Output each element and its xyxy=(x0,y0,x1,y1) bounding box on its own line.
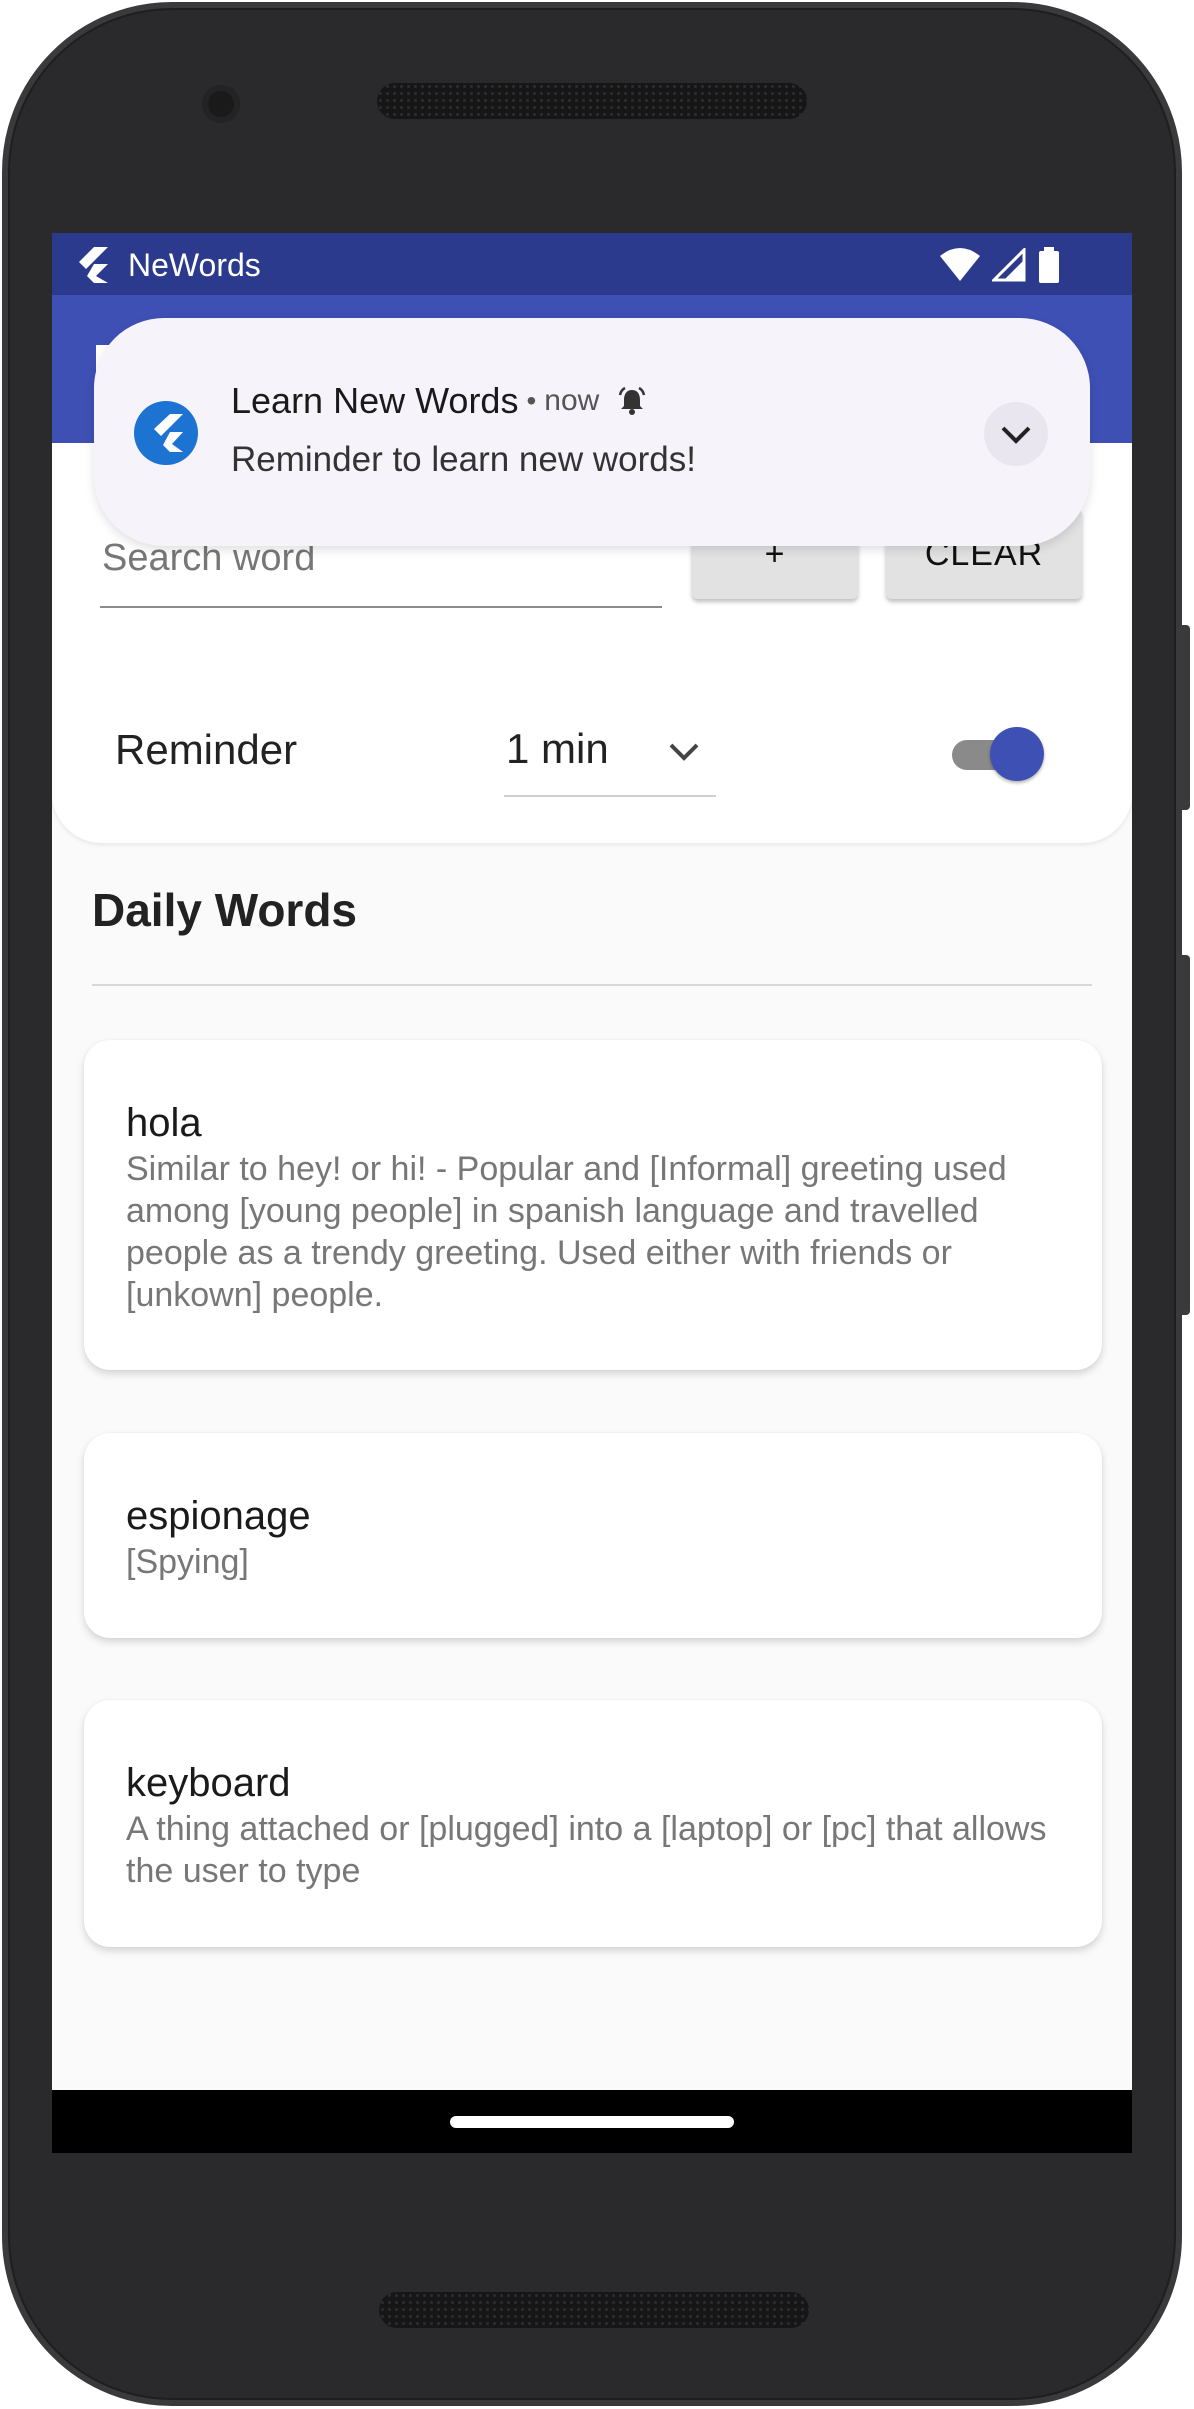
battery-icon xyxy=(1039,247,1059,283)
toggle-thumb xyxy=(990,727,1044,781)
word-card[interactable]: hola Similar to hey! or hi! - Popular an… xyxy=(84,1040,1102,1370)
signal-icon xyxy=(992,248,1026,282)
section-divider xyxy=(92,984,1092,986)
chevron-down-icon xyxy=(669,743,699,761)
status-icons xyxy=(940,247,1060,283)
home-gesture-handle[interactable] xyxy=(450,2116,734,2128)
notification-header: Learn New Words • now xyxy=(231,380,647,422)
notification[interactable]: Learn New Words • now Reminder to learn … xyxy=(94,318,1090,546)
word-description: Similar to hey! or hi! - Popular and [In… xyxy=(126,1150,1007,1314)
flutter-logo-icon xyxy=(154,414,183,452)
notification-time: now xyxy=(544,384,600,417)
notification-separator: • xyxy=(526,385,537,416)
notification-expand-button[interactable] xyxy=(984,402,1048,466)
notification-app-name: Learn New Words xyxy=(231,380,519,421)
word-title: keyboard xyxy=(126,1761,291,1805)
flutter-logo-icon xyxy=(79,247,108,283)
volume-button xyxy=(1180,955,1190,1315)
reminder-label: Reminder xyxy=(115,726,298,773)
word-title: hola xyxy=(126,1101,202,1145)
status-app-name: NeWords xyxy=(128,247,261,283)
bottom-speaker xyxy=(379,2292,809,2328)
power-button xyxy=(1180,625,1190,810)
wifi-icon xyxy=(940,248,980,281)
notification-message: Reminder to learn new words! xyxy=(231,440,696,479)
phone-frame: NeWords + xyxy=(0,0,1194,2409)
word-description: A thing attached or [plugged] into a [la… xyxy=(126,1810,1047,1890)
reminder-interval-dropdown[interactable]: 1 min xyxy=(504,713,716,797)
word-card[interactable]: keyboard A thing attached or [plugged] i… xyxy=(84,1700,1102,1947)
status-bar: NeWords xyxy=(52,233,1132,295)
word-card[interactable]: espionage [Spying] xyxy=(84,1433,1102,1638)
navigation-bar xyxy=(52,2090,1132,2153)
front-camera xyxy=(202,85,240,123)
section-title: Daily Words xyxy=(92,884,357,936)
word-description: [Spying] xyxy=(126,1543,249,1581)
word-title: espionage xyxy=(126,1494,311,1538)
top-speaker xyxy=(377,83,807,119)
chevron-down-icon xyxy=(1001,426,1031,444)
alarm-bell-icon xyxy=(619,386,646,415)
reminder-interval-value: 1 min xyxy=(506,725,609,772)
reminder-toggle[interactable] xyxy=(948,723,1048,783)
notification-app-icon xyxy=(134,401,198,465)
